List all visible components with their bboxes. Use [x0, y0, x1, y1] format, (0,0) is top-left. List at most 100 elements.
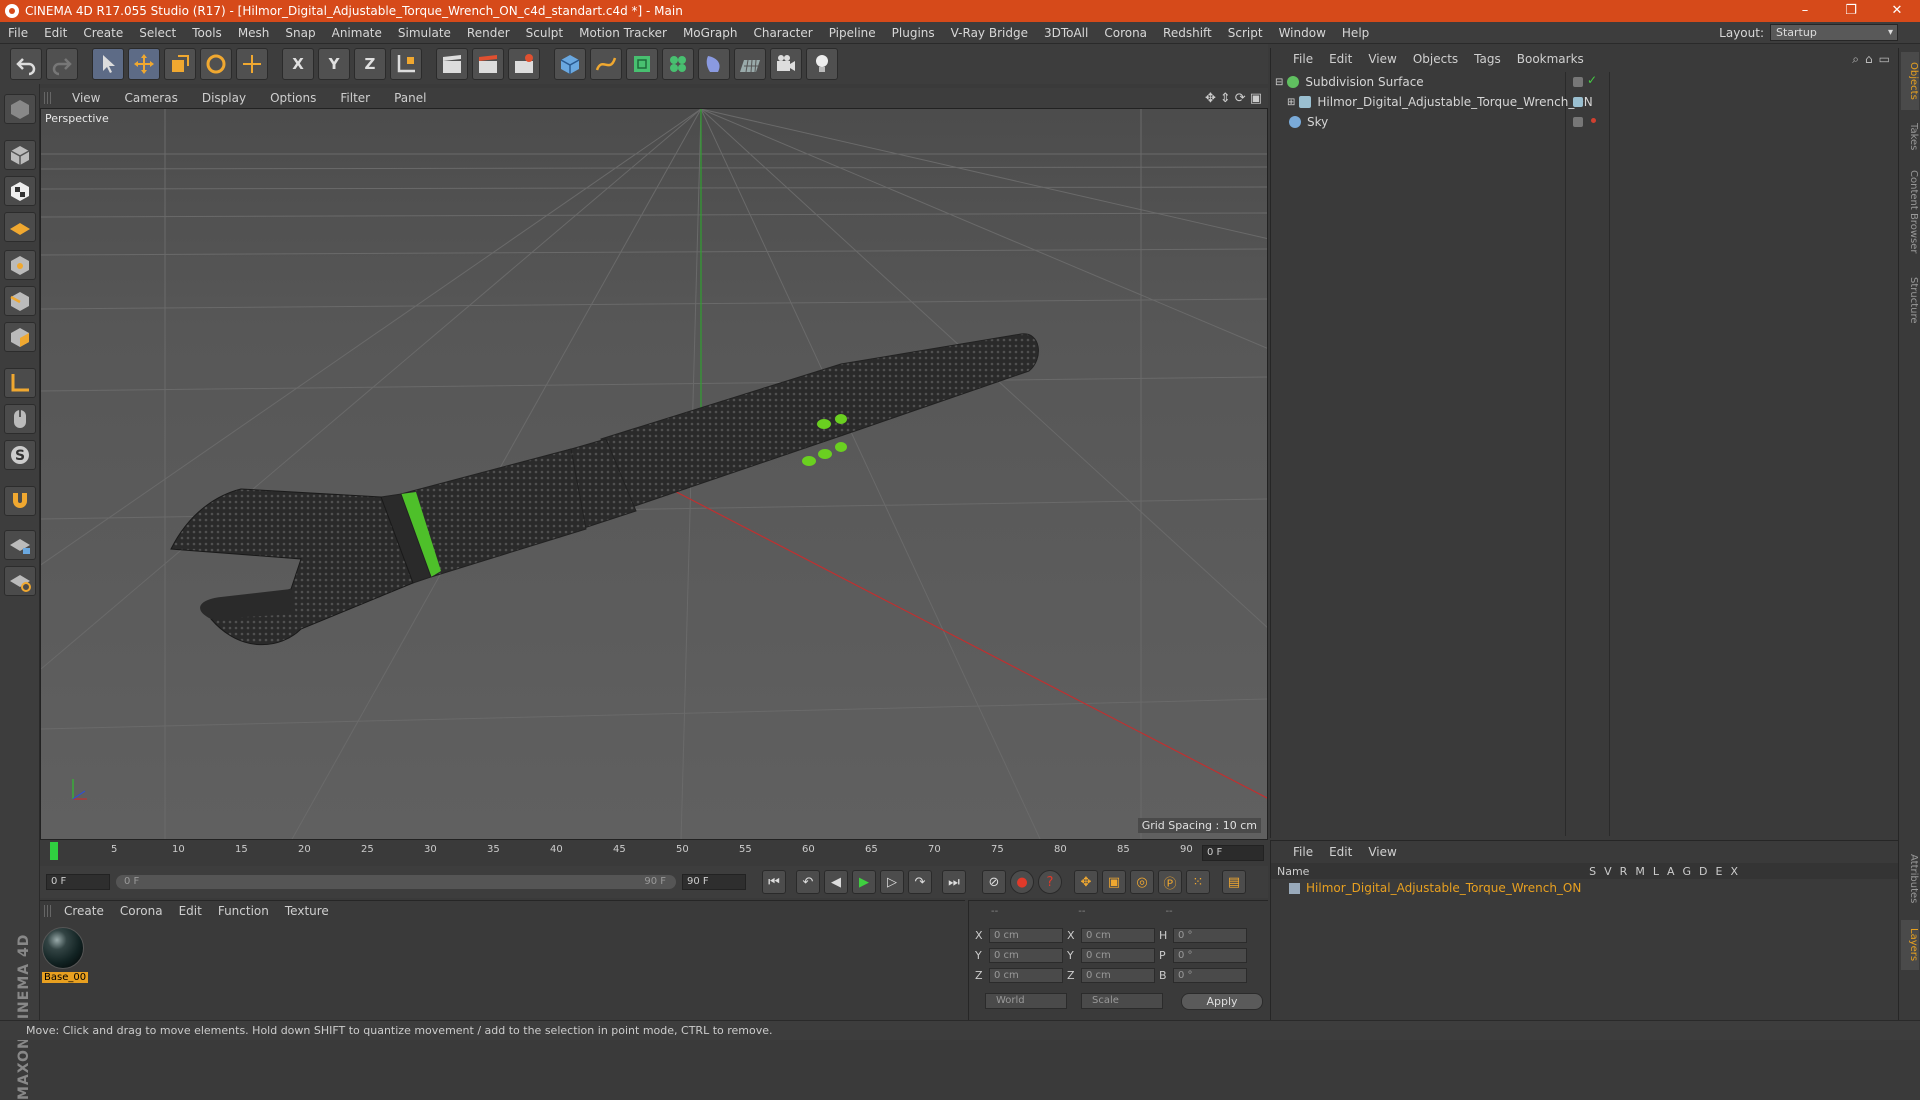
frame-range-slider[interactable]: 0 F 90 F: [116, 875, 676, 889]
z-axis-lock-button[interactable]: Z: [354, 48, 386, 80]
menu-file[interactable]: File: [0, 22, 36, 44]
record-keys-toggle[interactable]: ⊘: [982, 870, 1006, 894]
menu-simulate[interactable]: Simulate: [390, 22, 459, 44]
add-nurbs-button[interactable]: [626, 48, 658, 80]
make-editable-button[interactable]: [4, 94, 36, 124]
size-mode-select[interactable]: Scale: [1081, 993, 1163, 1009]
timeline-window-button[interactable]: ▤: [1222, 870, 1246, 894]
material-menu-function[interactable]: Function: [210, 904, 277, 918]
y-axis-lock-button[interactable]: Y: [318, 48, 350, 80]
rotation-p-field[interactable]: 0 °: [1173, 947, 1247, 963]
menu-select[interactable]: Select: [131, 22, 184, 44]
object-menu-view[interactable]: View: [1360, 52, 1404, 66]
col-manager[interactable]: M: [1635, 865, 1645, 878]
x-axis-lock-button[interactable]: X: [282, 48, 314, 80]
toggle-layout-icon[interactable]: ▣: [1250, 91, 1262, 106]
menu-animate[interactable]: Animate: [324, 22, 390, 44]
key-parameter-button[interactable]: Ⓟ: [1158, 870, 1182, 894]
col-generators[interactable]: G: [1682, 865, 1691, 878]
redo-button[interactable]: [46, 48, 78, 80]
menu-redshift[interactable]: Redshift: [1155, 22, 1220, 44]
position-z-field[interactable]: 0 cm: [989, 967, 1063, 983]
layer-row[interactable]: Hilmor_Digital_Adjustable_Torque_Wrench_…: [1271, 879, 1898, 897]
undo-button[interactable]: [10, 48, 42, 80]
object-menu-bookmarks[interactable]: Bookmarks: [1509, 52, 1592, 66]
render-view-button[interactable]: [436, 48, 468, 80]
live-selection-button[interactable]: [92, 48, 124, 80]
object-row-wrench[interactable]: ⊞ Hilmor_Digital_Adjustable_Torque_Wrenc…: [1275, 92, 1895, 112]
play-forward-button[interactable]: ▶: [852, 870, 876, 894]
layer-menu-file[interactable]: File: [1285, 845, 1321, 859]
autokey-button[interactable]: ●: [1010, 870, 1034, 894]
menu-mograph[interactable]: MoGraph: [675, 22, 746, 44]
menu-render[interactable]: Render: [459, 22, 518, 44]
expand-icon[interactable]: ⊞: [1287, 97, 1295, 108]
col-deformers[interactable]: D: [1699, 865, 1707, 878]
viewport-menu-cameras[interactable]: Cameras: [110, 91, 187, 105]
object-menu-tags[interactable]: Tags: [1466, 52, 1509, 66]
col-render[interactable]: R: [1620, 865, 1628, 878]
disabled-dot-icon[interactable]: [1591, 118, 1596, 123]
rotate-tool-button[interactable]: [200, 48, 232, 80]
viewport-menu-panel[interactable]: Panel: [380, 91, 436, 105]
axis-mode-button[interactable]: [4, 368, 36, 398]
menu-window[interactable]: Window: [1271, 22, 1334, 44]
menu-create[interactable]: Create: [75, 22, 131, 44]
material-menu-edit[interactable]: Edit: [171, 904, 210, 918]
menu-mesh[interactable]: Mesh: [230, 22, 278, 44]
orbit-view-icon[interactable]: ⟳: [1235, 91, 1246, 106]
col-expressions[interactable]: E: [1716, 865, 1723, 878]
menu-motion-tracker[interactable]: Motion Tracker: [571, 22, 675, 44]
menu-3dtoall[interactable]: 3DToAll: [1036, 22, 1096, 44]
previous-key-button[interactable]: ↶: [796, 870, 820, 894]
material-swatch[interactable]: Base_00: [42, 927, 89, 985]
key-position-button[interactable]: ✥: [1074, 870, 1098, 894]
menu-edit[interactable]: Edit: [36, 22, 75, 44]
go-to-end-button[interactable]: ⏭: [942, 870, 966, 894]
layer-menu-edit[interactable]: Edit: [1321, 845, 1360, 859]
planar-workplane-button[interactable]: [4, 566, 36, 596]
solo-mode-button[interactable]: S: [4, 440, 36, 470]
menu-script[interactable]: Script: [1220, 22, 1271, 44]
key-pla-button[interactable]: ⁙: [1186, 870, 1210, 894]
edges-mode-button[interactable]: [4, 286, 36, 316]
new-window-icon[interactable]: ▭: [1879, 52, 1890, 67]
size-y-field[interactable]: 0 cm: [1081, 947, 1155, 963]
key-scale-button[interactable]: ▣: [1102, 870, 1126, 894]
tab-layers[interactable]: Layers: [1901, 920, 1919, 970]
object-row-sky[interactable]: Sky: [1275, 112, 1895, 132]
size-z-field[interactable]: 0 cm: [1081, 967, 1155, 983]
tab-content-browser[interactable]: Content Browser: [1901, 162, 1919, 262]
dolly-view-icon[interactable]: ⇕: [1220, 91, 1231, 106]
search-icon[interactable]: ⌕: [1852, 52, 1859, 67]
home-icon[interactable]: ⌂: [1865, 52, 1873, 67]
next-frame-button[interactable]: ▷: [880, 870, 904, 894]
col-animation[interactable]: A: [1667, 865, 1675, 878]
coordinate-mode-select[interactable]: World: [985, 993, 1067, 1009]
menu-pipeline[interactable]: Pipeline: [821, 22, 884, 44]
locked-workplane-button[interactable]: [4, 530, 36, 560]
position-x-field[interactable]: 0 cm: [989, 927, 1063, 943]
key-rotation-button[interactable]: ◎: [1130, 870, 1154, 894]
add-spline-button[interactable]: [590, 48, 622, 80]
keyframe-selection-button[interactable]: ?: [1038, 870, 1062, 894]
playhead-marker[interactable]: [50, 842, 58, 860]
add-deformer-button[interactable]: [698, 48, 730, 80]
texture-mode-button[interactable]: [4, 176, 36, 206]
add-light-button[interactable]: [806, 48, 838, 80]
material-menu-create[interactable]: Create: [56, 904, 112, 918]
add-camera-button[interactable]: [770, 48, 802, 80]
tab-objects[interactable]: Objects: [1901, 52, 1919, 110]
minimize-button[interactable]: –: [1782, 0, 1828, 22]
start-frame-field[interactable]: 0 F: [46, 874, 110, 890]
col-view[interactable]: V: [1604, 865, 1612, 878]
menu-help[interactable]: Help: [1334, 22, 1377, 44]
viewport-menu-display[interactable]: Display: [188, 91, 256, 105]
snap-toggle-button[interactable]: [4, 486, 36, 516]
add-mograph-button[interactable]: [662, 48, 694, 80]
layer-menu-view[interactable]: View: [1360, 845, 1404, 859]
points-mode-button[interactable]: [4, 250, 36, 280]
col-solo[interactable]: S: [1589, 865, 1596, 878]
previous-frame-button[interactable]: ◀: [824, 870, 848, 894]
col-locked[interactable]: L: [1653, 865, 1659, 878]
